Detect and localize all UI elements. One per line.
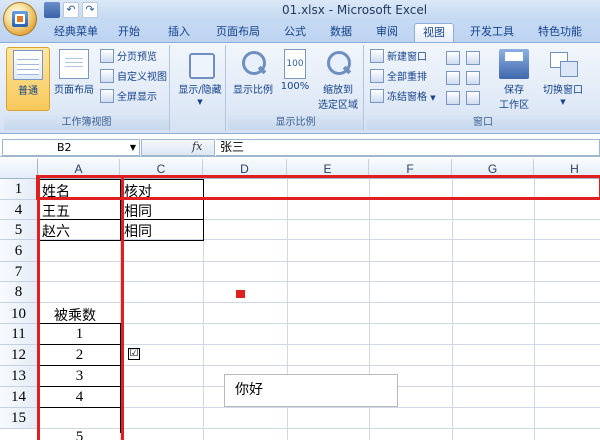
checkbox-control[interactable]: ☑ — [128, 348, 140, 360]
row-header-5[interactable]: 5 — [0, 220, 38, 240]
tab-special-features[interactable]: 特色功能 — [530, 23, 590, 42]
tab-insert[interactable]: 插入 — [160, 23, 198, 42]
save-icon[interactable] — [44, 2, 60, 18]
row-header-11[interactable]: 11 — [0, 324, 38, 345]
tab-classic-menu[interactable]: 经典菜单 — [46, 23, 106, 42]
name-box[interactable]: B2 ▼ — [2, 139, 140, 156]
normal-view-button[interactable]: 普通 — [6, 47, 50, 111]
tab-data[interactable]: 数据 — [322, 23, 360, 42]
normal-view-icon — [13, 50, 43, 80]
formula-bar: B2 ▼ fx 张三 — [0, 139, 600, 157]
reset-window-position-icon[interactable] — [466, 91, 480, 105]
insert-function-icon[interactable]: fx — [192, 140, 202, 153]
new-window-button[interactable]: 新建窗口 — [370, 49, 427, 67]
split-icon[interactable] — [446, 51, 460, 65]
zoom-magnifier-icon — [238, 49, 268, 79]
page-layout-icon — [59, 49, 89, 79]
tab-formulas[interactable]: 公式 — [276, 23, 314, 42]
quick-access-toolbar — [44, 2, 98, 18]
view-side-by-side-icon[interactable] — [466, 51, 480, 65]
formula-bar-divider — [141, 139, 215, 156]
zoom-to-selection-button[interactable]: 缩放到 选定区域 — [314, 47, 362, 111]
synchronous-scrolling-icon[interactable] — [466, 71, 480, 85]
cell-c5[interactable]: 相同 — [124, 221, 152, 241]
worksheet-grid[interactable]: A C D E F G H 1 4 5 6 7 8 10 11 12 13 14… — [0, 159, 600, 440]
save-workspace-icon — [499, 49, 529, 79]
show-hide-button[interactable]: 显示/隐藏 ▼ — [176, 47, 224, 111]
select-all-corner[interactable] — [0, 159, 38, 179]
office-logo-icon — [12, 11, 28, 27]
row-header-1[interactable]: 1 — [0, 179, 38, 200]
tab-home[interactable]: 开始 — [110, 23, 148, 42]
text-box-control[interactable]: 你好 — [224, 374, 398, 407]
unhide-window-icon[interactable] — [446, 91, 460, 105]
office-button[interactable] — [3, 2, 37, 36]
arrange-all-icon — [370, 69, 384, 83]
tab-view[interactable]: 视图 — [414, 23, 454, 42]
page-break-preview-button[interactable]: 分页预览 — [100, 49, 157, 67]
cell-c4[interactable]: 相同 — [124, 201, 152, 221]
group-label-workbook-views: 工作簿视图 — [4, 115, 169, 130]
formula-content[interactable]: 张三 — [216, 139, 600, 156]
name-box-dropdown-icon[interactable]: ▼ — [130, 140, 136, 155]
row-header-7[interactable]: 7 — [0, 262, 38, 282]
dropdown-caret-icon: ▼ — [197, 98, 203, 106]
redo-icon[interactable] — [82, 2, 98, 18]
zoom-100-icon — [284, 49, 306, 79]
undo-icon[interactable] — [63, 2, 79, 18]
row-header-8[interactable]: 8 — [0, 282, 38, 303]
row-header-15[interactable]: 15 — [0, 408, 38, 429]
dropdown-caret-icon: ▼ — [430, 94, 436, 102]
full-screen-icon — [100, 89, 114, 103]
group-window: 新建窗口 全部重排 冻结窗格 ▼ 保存 工作区 切换窗口 ▼ 窗口 — [366, 45, 600, 131]
title-bar: 01.xlsx - Microsoft Excel — [0, 0, 600, 36]
zoom-selection-icon — [323, 49, 353, 79]
switch-windows-icon — [548, 49, 578, 79]
row-header-6[interactable]: 6 — [0, 240, 38, 262]
row-header-10[interactable]: 10 — [0, 303, 38, 324]
new-window-icon — [370, 49, 384, 63]
red-highlight-column-a — [37, 175, 124, 440]
tab-developer[interactable]: 开发工具 — [462, 23, 522, 42]
show-hide-icon — [185, 49, 215, 79]
arrange-all-button[interactable]: 全部重排 — [370, 69, 427, 87]
freeze-panes-icon — [370, 89, 384, 103]
page-break-icon — [100, 49, 114, 63]
group-zoom: 显示比例 100% 缩放到选定区域 显示比例 — [228, 45, 364, 131]
group-workbook-views: 普通 页面布局 分页预览 自定义视图 全屏显示 工作簿视图 — [4, 45, 170, 131]
hide-window-icon[interactable] — [446, 71, 460, 85]
window-title: 01.xlsx - Microsoft Excel — [282, 3, 428, 17]
row-header-12[interactable]: 12 — [0, 345, 38, 366]
row-header-14[interactable]: 14 — [0, 387, 38, 408]
zoom-button[interactable]: 显示比例 — [230, 47, 276, 111]
custom-views-icon — [100, 69, 114, 83]
switch-windows-button[interactable]: 切换窗口 ▼ — [538, 47, 588, 111]
save-workspace-button[interactable]: 保存 工作区 — [490, 47, 538, 111]
ribbon: 普通 页面布局 分页预览 自定义视图 全屏显示 工作簿视图 显示/隐藏 ▼ 显示比… — [0, 42, 600, 134]
group-label-window: 窗口 — [366, 115, 600, 130]
group-show-hide: 显示/隐藏 ▼ — [172, 45, 226, 131]
full-screen-button[interactable]: 全屏显示 — [100, 89, 157, 107]
custom-views-button[interactable]: 自定义视图 — [100, 69, 167, 87]
page-layout-view-button[interactable]: 页面布局 — [52, 47, 96, 111]
row-header-4[interactable]: 4 — [0, 200, 38, 220]
zoom-100-button[interactable]: 100% — [278, 47, 312, 111]
red-marker — [236, 290, 245, 298]
group-label-zoom: 显示比例 — [228, 115, 363, 130]
tab-page-layout[interactable]: 页面布局 — [208, 23, 268, 42]
tab-review[interactable]: 审阅 — [368, 23, 406, 42]
freeze-panes-button[interactable]: 冻结窗格 ▼ — [370, 89, 436, 107]
ribbon-tabs: 经典菜单 开始 插入 页面布局 公式 数据 审阅 视图 开发工具 特色功能 — [0, 20, 600, 42]
row-header-13[interactable]: 13 — [0, 366, 38, 387]
dropdown-caret-icon: ▼ — [560, 98, 566, 106]
